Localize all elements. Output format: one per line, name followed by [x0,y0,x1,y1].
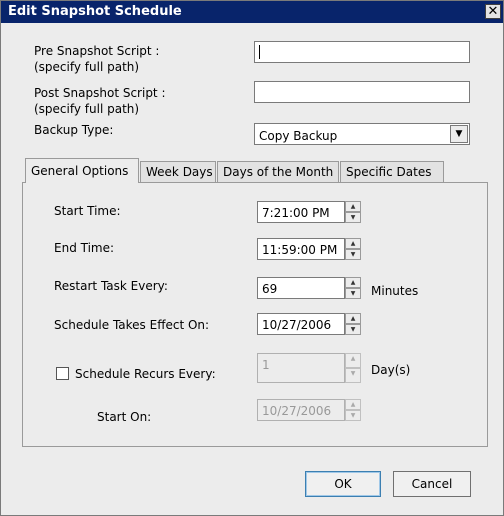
start-time-input[interactable]: 7:21:00 PM [257,201,345,223]
start-on-value: 10/27/2006 [262,404,332,418]
spin-down-icon[interactable]: ▼ [345,368,361,383]
spin-down-icon[interactable]: ▼ [345,212,361,223]
recurs-input[interactable]: 1 [257,353,345,383]
recurs-value: 1 [262,358,270,372]
spin-up-icon[interactable]: ▲ [345,353,361,368]
restart-task-label: Restart Task Every: [54,279,168,293]
effect-date-value: 10/27/2006 [262,318,332,332]
close-icon: ✕ [487,4,499,19]
spin-up-icon[interactable]: ▲ [345,238,361,249]
general-options-panel [22,182,488,447]
effect-date-input[interactable]: 10/27/2006 [257,313,345,335]
post-script-label: Post Snapshot Script : [34,86,166,100]
tab-label: Week Days [146,165,213,179]
tab-label: General Options [31,164,129,178]
tab-days-of-month[interactable]: Days of the Month [217,161,339,183]
spin-up-icon[interactable]: ▲ [345,399,361,410]
recurs-label: Schedule Recurs Every: [75,367,216,381]
backup-type-select[interactable]: Copy Backup ▼ [254,123,470,145]
start-time-label: Start Time: [54,204,121,218]
recurs-unit-label: Day(s) [371,363,411,377]
spin-up-icon[interactable]: ▲ [345,201,361,212]
pre-script-hint: (specify full path) [34,60,140,74]
spin-up-icon[interactable]: ▲ [345,313,361,324]
spin-up-icon[interactable]: ▲ [345,277,361,288]
start-time-value: 7:21:00 PM [262,206,330,220]
tab-specific-dates[interactable]: Specific Dates [340,161,444,183]
tab-label: Days of the Month [223,165,334,179]
recurs-checkbox[interactable] [56,367,69,380]
pre-script-label: Pre Snapshot Script : [34,44,160,58]
text-caret [259,45,260,59]
title-bar[interactable]: Edit Snapshot Schedule ✕ [1,1,503,23]
close-button[interactable]: ✕ [485,4,501,19]
edit-snapshot-schedule-dialog: Edit Snapshot Schedule ✕ Pre Snapshot Sc… [0,0,504,516]
spin-down-icon[interactable]: ▼ [345,288,361,299]
spin-down-icon[interactable]: ▼ [345,410,361,421]
start-on-label: Start On: [97,410,152,424]
dropdown-arrow-icon[interactable]: ▼ [450,125,468,143]
end-time-label: End Time: [54,241,115,255]
spin-down-icon[interactable]: ▼ [345,249,361,260]
cancel-button-label: Cancel [411,477,453,491]
end-time-value: 11:59:00 PM [262,243,338,257]
spin-down-icon[interactable]: ▼ [345,324,361,335]
window-title: Edit Snapshot Schedule [8,4,182,19]
backup-type-value: Copy Backup [259,129,338,143]
restart-task-value: 69 [262,282,278,296]
ok-button[interactable]: OK [305,471,381,497]
tab-label: Specific Dates [346,165,432,179]
tab-week-days[interactable]: Week Days [140,161,216,183]
pre-script-input[interactable] [254,41,470,63]
start-on-input[interactable]: 10/27/2006 [257,399,345,421]
effect-date-label: Schedule Takes Effect On: [54,318,210,332]
restart-task-input[interactable]: 69 [257,277,345,299]
tab-general-options[interactable]: General Options [25,158,139,183]
cancel-button[interactable]: Cancel [393,471,471,497]
end-time-input[interactable]: 11:59:00 PM [257,238,345,260]
backup-type-label: Backup Type: [34,123,114,137]
restart-unit-label: Minutes [371,284,419,298]
post-script-hint: (specify full path) [34,102,140,116]
ok-button-label: OK [334,477,352,491]
post-script-input[interactable] [254,81,470,103]
